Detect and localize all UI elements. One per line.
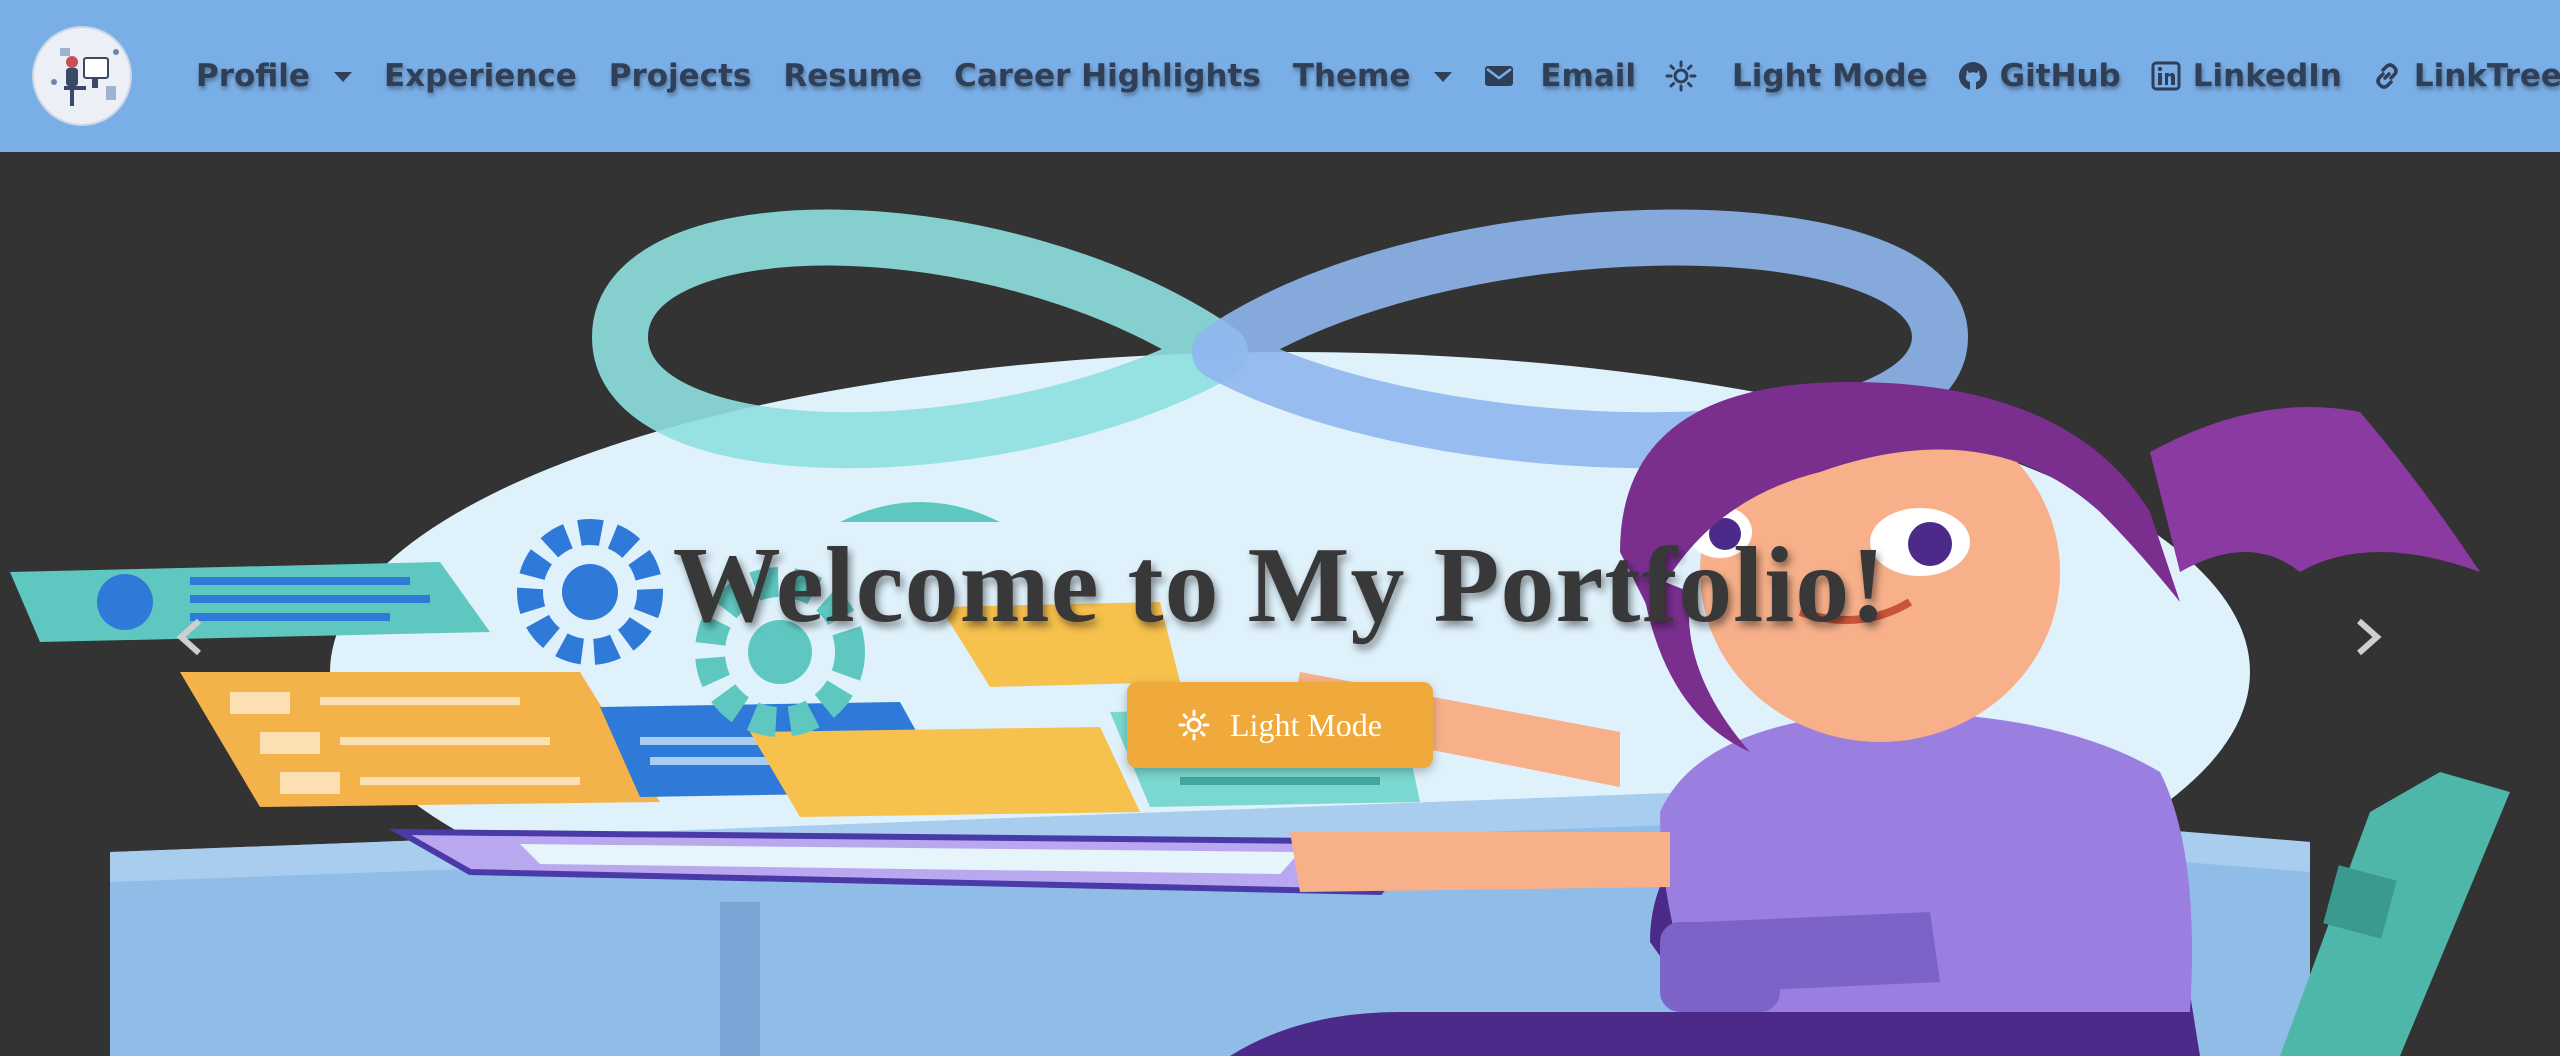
nav-career-highlights-label: Career Highlights <box>954 58 1261 94</box>
sun-icon <box>1664 59 1698 93</box>
nav-profile-label: Profile <box>196 58 310 94</box>
nav-left: Profile Experience Projects Resume Caree… <box>180 58 1468 94</box>
nav-linkedin-label: LinkedIn <box>2192 58 2342 94</box>
note-card <box>750 727 1140 817</box>
nav-projects[interactable]: Projects <box>593 58 768 94</box>
nav-linktree-label: LinkTree <box>2413 58 2560 94</box>
nav-light-mode-label: Light Mode <box>1732 58 1928 94</box>
nav-email-link[interactable]: Email <box>1468 58 1650 94</box>
nav-experience[interactable]: Experience <box>368 58 593 94</box>
linkedin-icon <box>2149 59 2183 93</box>
hero-carousel: Welcome to My Portfolio! Light Mode <box>0 152 2560 1056</box>
nav-github-link[interactable]: GitHub <box>1942 58 2135 94</box>
link-icon <box>2370 59 2404 93</box>
nav-experience-label: Experience <box>383 58 577 94</box>
github-icon <box>1956 59 1990 93</box>
nav-linktree-link[interactable]: LinkTree <box>2356 58 2560 94</box>
nav-resume[interactable]: Resume <box>767 58 938 94</box>
hero-title: Welcome to My Portfolio! <box>672 526 1888 645</box>
nav-career-highlights[interactable]: Career Highlights <box>938 58 1277 94</box>
person-arm <box>1290 832 1670 892</box>
nav-linkedin-link[interactable]: LinkedIn <box>2135 58 2356 94</box>
sun-icon <box>1178 709 1210 741</box>
chair <box>2280 772 2510 1056</box>
nav-resume-label: Resume <box>783 58 923 94</box>
hero-light-mode-button[interactable]: Light Mode <box>1127 682 1433 768</box>
envelope-icon <box>1482 59 1516 93</box>
brand-logo[interactable] <box>32 26 132 126</box>
nav-theme-label: Theme <box>1292 58 1411 94</box>
nav-right: Email Light Mode GitHub LinkedIn LinkTre… <box>1468 58 2560 94</box>
navbar: Profile Experience Projects Resume Caree… <box>0 0 2560 152</box>
nav-theme-dropdown[interactable]: Theme <box>1277 58 1469 94</box>
chevron-down-icon <box>1434 72 1453 82</box>
nav-profile-dropdown[interactable]: Profile <box>180 58 368 94</box>
nav-github-label: GitHub <box>1999 58 2121 94</box>
chevron-down-icon <box>333 72 352 82</box>
nav-light-mode-toggle[interactable]: Light Mode <box>1650 58 1942 94</box>
hero-button-label: Light Mode <box>1230 706 1382 743</box>
nav-projects-label: Projects <box>608 58 752 94</box>
nav-email-label: Email <box>1540 58 1637 94</box>
